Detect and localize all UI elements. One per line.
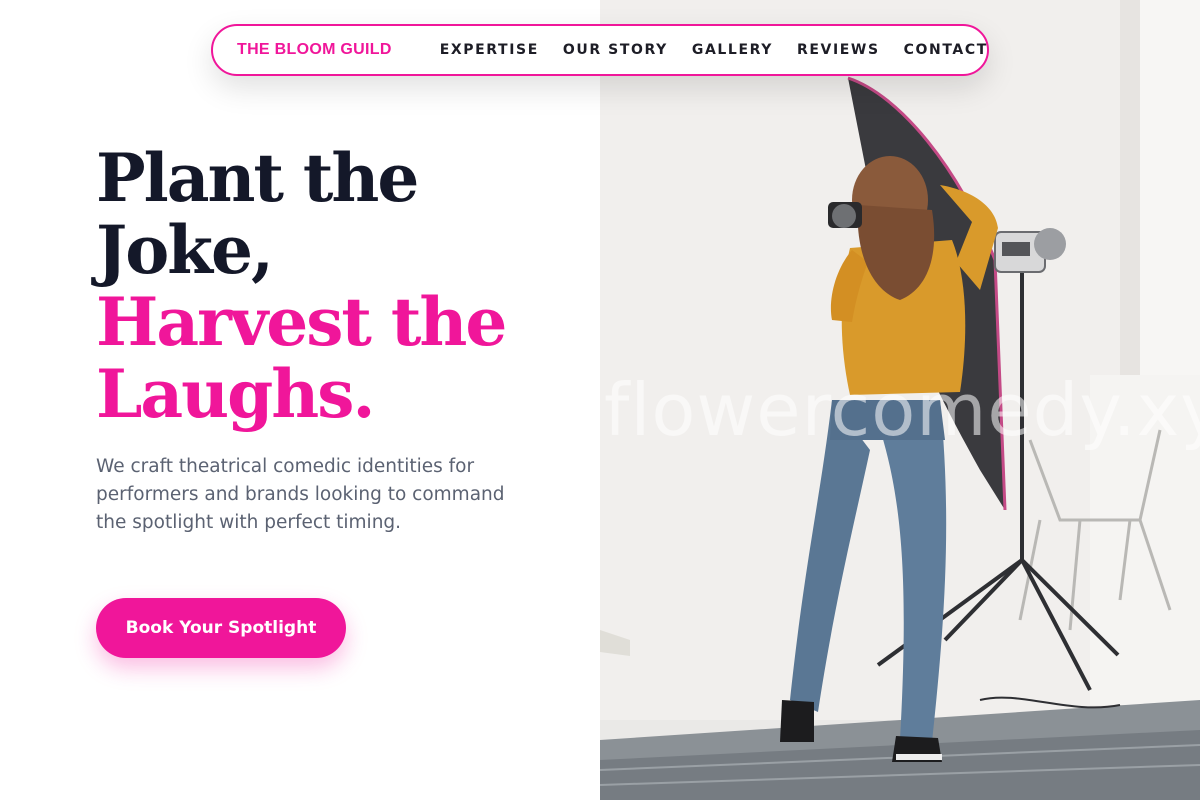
headline-line-3: Harvest the [96,283,507,361]
hero-headline: Plant the Joke, Harvest the Laughs. [96,142,576,430]
hero-photo: flowercomedy.xyz [600,0,1200,800]
nav-links: EXPERTISE OUR STORY GALLERY REVIEWS CONT… [440,42,988,58]
nav-link-gallery[interactable]: GALLERY [692,42,773,58]
brand-logo-link[interactable]: THE BLOOM GUILD [237,41,392,59]
headline-line-2: Joke, [96,211,274,289]
nav-link-contact[interactable]: CONTACT [904,42,988,58]
book-spotlight-button[interactable]: Book Your Spotlight [96,598,346,658]
hero-description: We craft theatrical comedic identities f… [96,456,505,533]
nav-link-our-story[interactable]: OUR STORY [563,42,668,58]
nav-link-reviews[interactable]: REVIEWS [797,42,880,58]
top-navigation: THE BLOOM GUILD EXPERTISE OUR STORY GALL… [211,24,989,76]
headline-line-1: Plant the [96,139,419,217]
nav-link-expertise[interactable]: EXPERTISE [440,42,539,58]
headline-line-4: Laughs. [96,355,375,433]
watermark-text: flowercomedy.xyz [604,368,1200,452]
